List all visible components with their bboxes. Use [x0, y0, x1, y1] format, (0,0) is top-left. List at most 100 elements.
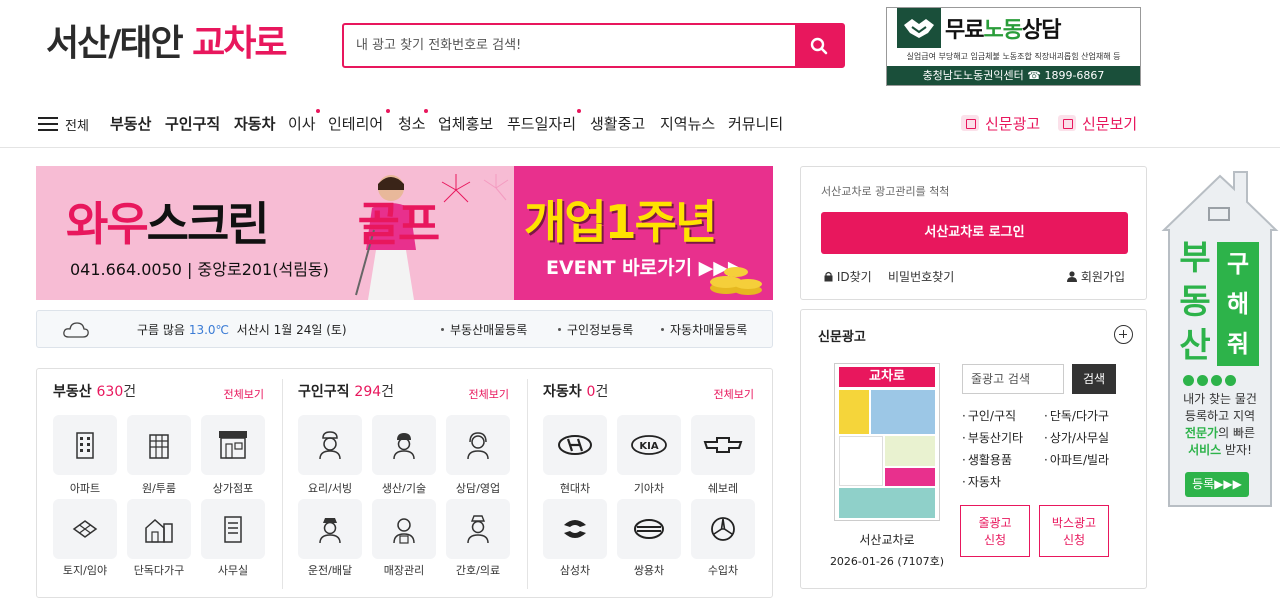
box-ad-apply-button[interactable]: 박스광고 신청 [1039, 505, 1109, 557]
nav-item-foodjobs[interactable]: 푸드일자리 [507, 113, 576, 134]
classified-search-input[interactable]: 줄광고 검색 [962, 364, 1064, 394]
newspaper-cover[interactable]: 교차로 [834, 363, 940, 521]
driver-tile[interactable] [298, 499, 362, 559]
ssangyong-logo-icon [634, 519, 664, 539]
category-panel: 부동산 630건 전체보기 아파트 원/투룸 상가점포 토지/임야 단독다가구 … [36, 368, 773, 598]
renault-samsung-logo-icon [564, 520, 586, 538]
staff-icon [393, 518, 415, 544]
newspaper-view-link[interactable]: 신문보기 [1058, 113, 1137, 134]
golf-ad-banner[interactable]: 와우스크린 골프 041.664.0050 | 중앙로201(석림동) 개업1주년… [36, 166, 773, 300]
cook-tile[interactable] [298, 415, 362, 475]
newspaper-issue: 2026-01-26 (7107호) [829, 555, 945, 568]
nurse-tile[interactable] [446, 499, 510, 559]
apartment-tile[interactable] [53, 415, 117, 475]
find-id-link[interactable]: ID찾기 [824, 268, 872, 285]
line-ad-apply-button[interactable]: 줄광고 신청 [960, 505, 1030, 557]
sales-tile[interactable] [446, 415, 510, 475]
ad-anniversary: 개업1주년 [524, 195, 717, 249]
paper-category-link[interactable]: 구인/구직 [962, 407, 1016, 424]
classified-search-button[interactable]: 검색 [1072, 364, 1116, 394]
lock-icon [824, 271, 833, 282]
jobs-view-all[interactable]: 전체보기 [469, 386, 509, 402]
hyundai-tile[interactable] [543, 415, 607, 475]
plus-icon[interactable] [1114, 325, 1133, 344]
driver-icon [319, 518, 341, 544]
nav-item-interior[interactable]: 인테리어 [328, 113, 383, 134]
chevrolet-logo-icon [703, 437, 743, 453]
hamburger-icon [38, 117, 58, 131]
login-button[interactable]: 서산교차로 로그인 [821, 212, 1128, 254]
store-manager-tile[interactable] [372, 499, 436, 559]
chef-icon [319, 431, 341, 460]
paper-category-link[interactable]: 단독/다가구 [1044, 407, 1109, 424]
user-icon [1067, 271, 1077, 282]
nav-item-moving[interactable]: 이사 [288, 113, 316, 134]
find-password-link[interactable]: 비밀번호찾기 [888, 268, 954, 285]
new-dot [386, 109, 390, 113]
cloud-icon [63, 322, 89, 338]
nav-item-business[interactable]: 업체홍보 [438, 113, 493, 134]
paper-category-link[interactable]: 자동차 [962, 473, 1001, 490]
dots-decoration [1183, 371, 1253, 386]
production-tile[interactable] [372, 415, 436, 475]
oneroom-tile[interactable] [127, 415, 191, 475]
house-description: 내가 찾는 물건 등록하고 지역 전문가의 빠른 서비스 받자! [1183, 392, 1257, 457]
site-logo[interactable]: 서산/태안 교차로 [46, 22, 288, 66]
store-tile[interactable] [201, 415, 265, 475]
land-tile[interactable] [53, 499, 117, 559]
imported-tile[interactable] [691, 499, 755, 559]
main-nav: 전체 부동산 구인구직 자동차 이사 인테리어 청소 업체홍보 푸드일자리 생활… [0, 100, 1280, 148]
nav-item-jobs[interactable]: 구인구직 [165, 113, 220, 134]
nav-item-news[interactable]: 지역뉴스 [660, 113, 715, 134]
login-panel: 서산교차로 광고관리를 척척 서산교차로 로그인 ID찾기 비밀번호찾기 회원가… [800, 166, 1147, 300]
ssangyong-tile[interactable] [617, 499, 681, 559]
cars-view-all[interactable]: 전체보기 [714, 386, 754, 402]
nav-item-community[interactable]: 커뮤니티 [728, 113, 783, 134]
building-icon [149, 434, 169, 459]
newspaper-title: 신문광고 [818, 330, 866, 345]
samsung-car-tile[interactable] [543, 499, 607, 559]
chevrolet-tile[interactable] [691, 415, 755, 475]
headset-icon [467, 432, 489, 460]
all-menu-button[interactable]: 전체 [38, 115, 98, 135]
paper-category-link[interactable]: 상가/사무실 [1044, 429, 1109, 446]
search-input[interactable] [356, 25, 796, 66]
kia-logo-icon: KIA [631, 435, 667, 455]
jobs-column: 구인구직 294건 전체보기 요리/서빙 생산/기술 상담/영업 운전/배달 매… [298, 384, 510, 577]
job-register-link[interactable]: 구인정보등록 [558, 321, 633, 338]
nav-item-realestate[interactable]: 부동산 [110, 113, 151, 134]
car-register-link[interactable]: 자동차매물등록 [661, 321, 747, 338]
paper-category-link[interactable]: 아파트/빌라 [1044, 451, 1109, 468]
paper-category-link[interactable]: 부동산기타 [962, 429, 1023, 446]
office-icon [224, 516, 242, 543]
handshake-icon [897, 8, 941, 48]
newspaper-ad-link[interactable]: 신문광고 [961, 113, 1040, 134]
realestate-register-link[interactable]: 부동산매물등록 [441, 321, 527, 338]
cars-column: 자동차 0건 전체보기 현대차 KIA 기아차 쉐보레 삼성차 쌍용차 수입차 [543, 384, 755, 577]
new-dot [577, 109, 581, 113]
nav-item-cleaning[interactable]: 청소 [398, 113, 426, 134]
benz-logo-icon [711, 517, 735, 541]
book-icon [1058, 115, 1076, 131]
land-icon [72, 520, 98, 538]
store-icon [219, 431, 247, 459]
labor-consult-contact: 충청남도노동권익센터 ☎ 1899-6867 [887, 66, 1140, 85]
realestate-view-all[interactable]: 전체보기 [224, 386, 264, 402]
svg-text:KIA: KIA [639, 441, 658, 452]
nav-item-secondhand[interactable]: 생활중고 [590, 113, 645, 134]
office-tile[interactable] [201, 499, 265, 559]
paper-category-link[interactable]: 생활용품 [962, 451, 1012, 468]
house-tile[interactable] [127, 499, 191, 559]
new-dot [424, 109, 428, 113]
nurse-icon [467, 515, 489, 544]
signup-link[interactable]: 회원가입 [1067, 268, 1125, 285]
find-property-banner[interactable]: 부동산 구해줘 내가 찾는 물건 등록하고 지역 전문가의 빠른 서비스 받자!… [1161, 170, 1279, 508]
nav-item-cars[interactable]: 자동차 [234, 113, 275, 134]
house-register-button[interactable]: 등록▶▶▶ [1185, 472, 1249, 497]
house-big-text: 부동산 [1179, 238, 1211, 366]
labor-consult-topics: 실업급여 부당해고 임금체불 노동조합 직장내괴롭힘 산업재해 등 [906, 52, 1121, 61]
labor-consult-banner[interactable]: 무료노동상담 실업급여 부당해고 임금체불 노동조합 직장내괴롭힘 산업재해 등… [886, 7, 1141, 86]
weather-bar: 구름 많음 13.0℃ 서산시 1월 24일 (토) 부동산매물등록 구인정보등… [36, 310, 773, 348]
search-button[interactable] [795, 25, 843, 66]
kia-tile[interactable]: KIA [617, 415, 681, 475]
